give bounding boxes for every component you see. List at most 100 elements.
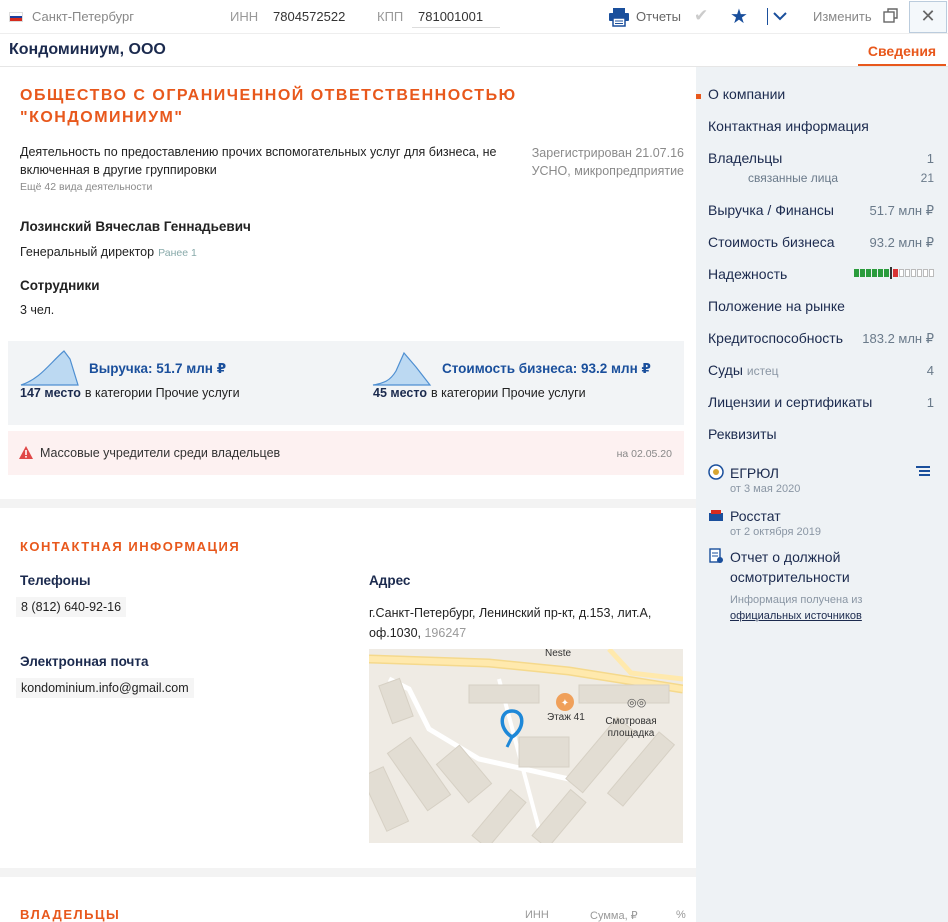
egrul-emblem-icon bbox=[708, 464, 724, 480]
source-name: Отчет о должной осмотрительности bbox=[730, 549, 850, 585]
address-map[interactable]: ✦ ◎◎ Neste Этаж 41 Смотровая площадка bbox=[369, 649, 683, 843]
revenue-rank-place: 147 место bbox=[20, 386, 81, 400]
sidebar-item-label: Реквизиты bbox=[708, 426, 777, 442]
sidebar-item-owners[interactable]: Владельцы 1 bbox=[708, 150, 934, 166]
sidebar-item-related-persons[interactable]: связанные лица 21 bbox=[748, 171, 934, 185]
source-name: ЕГРЮЛ bbox=[730, 465, 779, 481]
stats-panel: Выручка: 51.7 млн ₽ 147 место в категории… bbox=[8, 341, 684, 425]
revenue-chart-icon bbox=[20, 350, 79, 386]
info-note: Информация получена из официальных источ… bbox=[730, 592, 862, 624]
map-canvas: ✦ ◎◎ bbox=[369, 649, 683, 843]
reliability-segment-empty bbox=[917, 269, 922, 277]
title-row: Кондоминиум, ООО Сведения bbox=[0, 34, 948, 67]
sidebar-item-label: Владельцы bbox=[708, 150, 783, 166]
sidebar-item-label: связанные лица bbox=[748, 171, 839, 185]
star-icon[interactable]: ★ bbox=[730, 4, 748, 29]
sidebar-item-requisites[interactable]: Реквизиты bbox=[708, 426, 934, 442]
source-due-diligence[interactable]: Отчет о должной осмотрительности bbox=[708, 547, 934, 589]
warning-date: на 02.05.20 bbox=[616, 448, 672, 460]
business-value-chart-icon bbox=[372, 351, 432, 386]
reliability-segment-empty bbox=[929, 269, 934, 277]
warning-banner[interactable]: Массовые учредители среди владельцев на … bbox=[8, 431, 684, 475]
sidebar-item-market-position[interactable]: Положение на рынке bbox=[708, 298, 934, 314]
phone-value[interactable]: 8 (812) 640-92-16 bbox=[16, 597, 127, 617]
registration-date: Зарегистрирован 21.07.16 bbox=[531, 146, 684, 160]
sidebar-item-count: 1 bbox=[926, 151, 934, 166]
inn-value: 7804572522 bbox=[273, 9, 346, 24]
region-label: Санкт-Петербург bbox=[32, 9, 134, 24]
postal-code: 196247 bbox=[424, 626, 467, 640]
revenue-title[interactable]: Выручка: 51.7 млн ₽ bbox=[89, 361, 226, 377]
list-icon[interactable] bbox=[916, 465, 930, 477]
sidebar-item-label: Лицензии и сертификаты bbox=[708, 394, 873, 410]
address-value[interactable]: г.Санкт-Петербург, Ленинский пр-кт, д.15… bbox=[369, 603, 689, 643]
sidebar-item-contacts[interactable]: Контактная информация bbox=[708, 118, 934, 134]
sidebar-item-revenue[interactable]: Выручка / Финансы 51.7 млн ₽ bbox=[708, 202, 934, 218]
sidebar-item-creditworthiness[interactable]: Кредитоспособность 183.2 млн ₽ bbox=[708, 330, 934, 346]
divider bbox=[767, 8, 768, 25]
reports-button[interactable]: Отчеты bbox=[636, 9, 681, 24]
owners-section-title: ВЛАДЕЛЬЦЫ bbox=[20, 907, 121, 922]
sidebar-item-label: Надежность bbox=[708, 266, 788, 282]
svg-text:◎◎: ◎◎ bbox=[627, 696, 646, 709]
reliability-segment-green bbox=[854, 269, 859, 277]
reliability-segment-green bbox=[860, 269, 865, 277]
source-egrul[interactable]: ЕГРЮЛ от 3 мая 2020 bbox=[708, 463, 934, 497]
sidebar-item-label: Выручка / Финансы bbox=[708, 202, 834, 218]
business-value-rank-category: в категории Прочие услуги bbox=[430, 386, 586, 400]
overview-card: ОБЩЕСТВО С ОГРАНИЧЕННОЙ ОТВЕТСТВЕННОСТЬЮ… bbox=[0, 67, 696, 499]
sidebar-item-count: 1 bbox=[926, 395, 934, 410]
revenue-rank: 147 место в категории Прочие услуги bbox=[20, 386, 240, 400]
map-label-restaurant: Этаж 41 bbox=[547, 712, 585, 723]
sidebar-item-sublabel: истец bbox=[746, 364, 779, 378]
sidebar-item-licenses[interactable]: Лицензии и сертификаты 1 bbox=[708, 394, 934, 410]
sidebar-item-courts[interactable]: Суды истец 4 bbox=[708, 362, 934, 378]
top-bar: Санкт-Петербург ИНН 7804572522 КПП 78100… bbox=[0, 0, 948, 34]
earlier-directors-link[interactable]: Ранее 1 bbox=[158, 247, 197, 259]
company-full-name: ОБЩЕСТВО С ОГРАНИЧЕННОЙ ОТВЕТСТВЕННОСТЬЮ… bbox=[20, 87, 517, 126]
sidebar-item-value: 183.2 млн ₽ bbox=[862, 331, 934, 346]
printer-icon[interactable] bbox=[608, 7, 630, 30]
director-name[interactable]: Лозинский Вячеслав Геннадьевич bbox=[20, 219, 251, 234]
more-activities-link[interactable]: Ещё 42 вида деятельности bbox=[20, 181, 152, 193]
chevron-down-icon[interactable] bbox=[772, 7, 788, 28]
business-value-title[interactable]: Стоимость бизнеса: 93.2 млн ₽ bbox=[442, 361, 651, 377]
svg-text:✦: ✦ bbox=[561, 698, 569, 709]
sidebar-item-reliability[interactable]: Надежность bbox=[708, 266, 934, 282]
rosstat-icon bbox=[709, 510, 723, 521]
sidebar-item-label: Контактная информация bbox=[708, 118, 869, 134]
source-rosstat[interactable]: Росстат от 2 октября 2019 bbox=[708, 506, 934, 540]
tax-mode: УСНО, микропредприятие bbox=[531, 164, 684, 178]
director-position-label: Генеральный директор bbox=[20, 245, 155, 259]
reliability-segment-green bbox=[878, 269, 883, 277]
warning-text: Массовые учредители среди владельцев bbox=[40, 446, 281, 460]
sidebar-item-business-value[interactable]: Стоимость бизнеса 93.2 млн ₽ bbox=[708, 234, 934, 250]
russia-flag-icon bbox=[9, 12, 23, 22]
contacts-section-title: КОНТАКТНАЯ ИНФОРМАЦИЯ bbox=[20, 539, 241, 554]
email-value[interactable]: kondominium.info@gmail.com bbox=[16, 678, 194, 698]
sidebar-item-about[interactable]: О компании bbox=[708, 86, 934, 102]
reliability-meter bbox=[854, 267, 934, 279]
owners-col-sum: Сумма, ₽ bbox=[590, 910, 638, 922]
email-label: Электронная почта bbox=[20, 654, 149, 669]
close-icon[interactable]: ✕ bbox=[909, 1, 947, 33]
registration-info: Зарегистрирован 21.07.16 УСНО, микропред… bbox=[490, 144, 684, 180]
edit-button[interactable]: Изменить bbox=[813, 9, 872, 24]
reliability-segment-empty bbox=[923, 269, 928, 277]
main-content: ОБЩЕСТВО С ОГРАНИЧЕННОЙ ОТВЕТСТВЕННОСТЬЮ… bbox=[0, 67, 696, 922]
official-sources-link[interactable]: официальных источников bbox=[730, 610, 862, 622]
reliability-segment-empty bbox=[905, 269, 910, 277]
source-date: от 2 октября 2019 bbox=[730, 526, 821, 538]
owners-col-pct: % bbox=[676, 909, 686, 921]
director-position: Генеральный директор Ранее 1 bbox=[20, 245, 197, 259]
sidebar: О компании Контактная информация Владель… bbox=[696, 67, 948, 922]
reliability-segment-red bbox=[893, 269, 898, 277]
kpp-select[interactable]: 781001001 bbox=[412, 6, 500, 28]
tab-info[interactable]: Сведения bbox=[858, 34, 946, 66]
active-indicator bbox=[696, 94, 701, 99]
address-text: г.Санкт-Петербург, Ленинский пр-кт, д.15… bbox=[369, 606, 652, 640]
copy-icon[interactable] bbox=[883, 8, 899, 27]
map-label-viewpoint: Смотровая площадка bbox=[605, 716, 657, 739]
inn-label: ИНН bbox=[230, 9, 259, 24]
check-icon[interactable]: ✔ bbox=[694, 6, 708, 26]
